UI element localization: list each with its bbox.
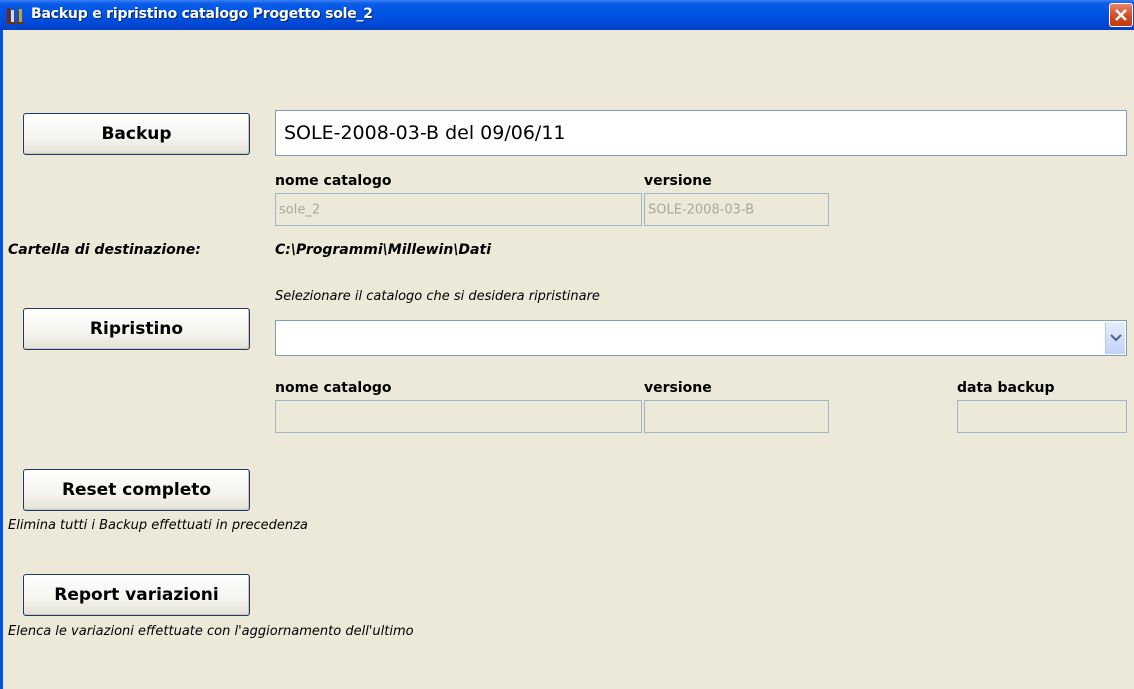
chevron-down-icon xyxy=(1109,334,1122,342)
title-bar[interactable]: Backup e ripristino catalogo Progetto so… xyxy=(0,0,1134,30)
report-variazioni-button[interactable]: Report variazioni xyxy=(23,574,250,616)
restore-button[interactable]: Ripristino xyxy=(23,308,250,350)
backup-restore-window: Backup e ripristino catalogo Progetto so… xyxy=(0,0,1134,689)
restore-nome-catalogo-label: nome catalogo xyxy=(275,380,392,396)
reset-completo-button[interactable]: Reset completo xyxy=(23,469,250,511)
restore-data-backup-label: data backup xyxy=(957,380,1055,396)
window-border xyxy=(0,30,3,689)
backup-versione-field: SOLE-2008-03-B xyxy=(644,193,829,226)
backup-name-value: SOLE-2008-03-B del 09/06/11 xyxy=(284,122,566,144)
backup-nome-catalogo-value: sole_2 xyxy=(279,202,321,217)
restore-hint: Selezionare il catalogo che si desidera … xyxy=(275,289,600,304)
backup-button[interactable]: Backup xyxy=(23,113,250,155)
restore-nome-catalogo-field xyxy=(275,400,642,433)
report-description: Elenca le variazioni effettuate con l'ag… xyxy=(8,624,414,639)
backup-versione-value: SOLE-2008-03-B xyxy=(648,202,755,217)
backup-name-field[interactable]: SOLE-2008-03-B del 09/06/11 xyxy=(275,110,1127,156)
restore-versione-field xyxy=(644,400,829,433)
restore-catalog-dropdown[interactable] xyxy=(275,320,1127,356)
window-title: Backup e ripristino catalogo Progetto so… xyxy=(31,6,373,22)
restore-data-backup-field xyxy=(957,400,1127,433)
destination-path: C:\Programmi\Millewin\Dati xyxy=(275,242,491,258)
restore-versione-label: versione xyxy=(644,380,712,396)
backup-nome-catalogo-label: nome catalogo xyxy=(275,173,392,189)
reset-description: Elimina tutti i Backup effettuati in pre… xyxy=(8,518,308,533)
close-icon xyxy=(1115,9,1127,21)
destination-label: Cartella di destinazione: xyxy=(8,242,201,258)
catalog-books-icon xyxy=(6,7,24,24)
backup-nome-catalogo-field: sole_2 xyxy=(275,193,642,226)
close-button[interactable] xyxy=(1109,3,1133,27)
backup-versione-label: versione xyxy=(644,173,712,189)
dropdown-arrow-button[interactable] xyxy=(1105,322,1125,354)
